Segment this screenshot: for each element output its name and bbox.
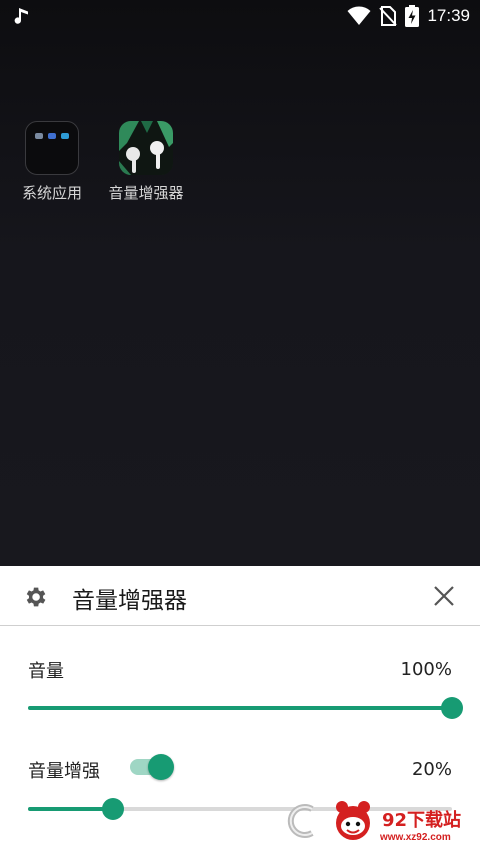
app-volume-booster[interactable]: 音量增强器 <box>96 121 196 203</box>
slider-fill <box>28 706 452 710</box>
home-wallpaper <box>0 0 480 566</box>
folder-icon <box>25 121 79 175</box>
earbuds-app-icon <box>119 121 173 175</box>
music-note-icon <box>14 8 28 24</box>
wifi-icon <box>347 6 371 25</box>
slider-thumb[interactable] <box>441 697 463 719</box>
no-sim-icon <box>379 6 398 26</box>
boost-value: 20% <box>411 759 452 780</box>
slider-fill <box>28 807 113 811</box>
dialog-header: 音量增强器 <box>0 566 480 626</box>
slider-thumb[interactable] <box>101 798 124 820</box>
watermark-c-logo <box>287 804 314 838</box>
watermark-text: 92下载站 <box>382 810 462 831</box>
boost-toggle[interactable] <box>128 751 178 781</box>
watermark-mascot-icon <box>336 801 370 840</box>
close-icon[interactable] <box>432 584 456 608</box>
watermark-url: www.xz92.com <box>380 832 451 843</box>
app-folder-system[interactable]: 系统应用 <box>2 121 102 203</box>
toggle-thumb <box>148 754 174 780</box>
status-bar: 17:39 <box>0 0 480 32</box>
volume-slider[interactable] <box>28 694 463 722</box>
volume-value: 100% <box>400 659 452 680</box>
dialog-title: 音量增强器 <box>72 588 187 614</box>
status-time: 17:39 <box>427 6 470 25</box>
gear-icon[interactable] <box>22 584 48 610</box>
app-label: 系统应用 <box>21 184 82 202</box>
app-label: 音量增强器 <box>108 184 184 202</box>
boost-label: 音量增强 <box>28 761 100 782</box>
watermark: 92下载站 www.xz92.com <box>282 794 480 854</box>
battery-charging-icon <box>405 5 420 27</box>
volume-label: 音量 <box>28 661 64 682</box>
